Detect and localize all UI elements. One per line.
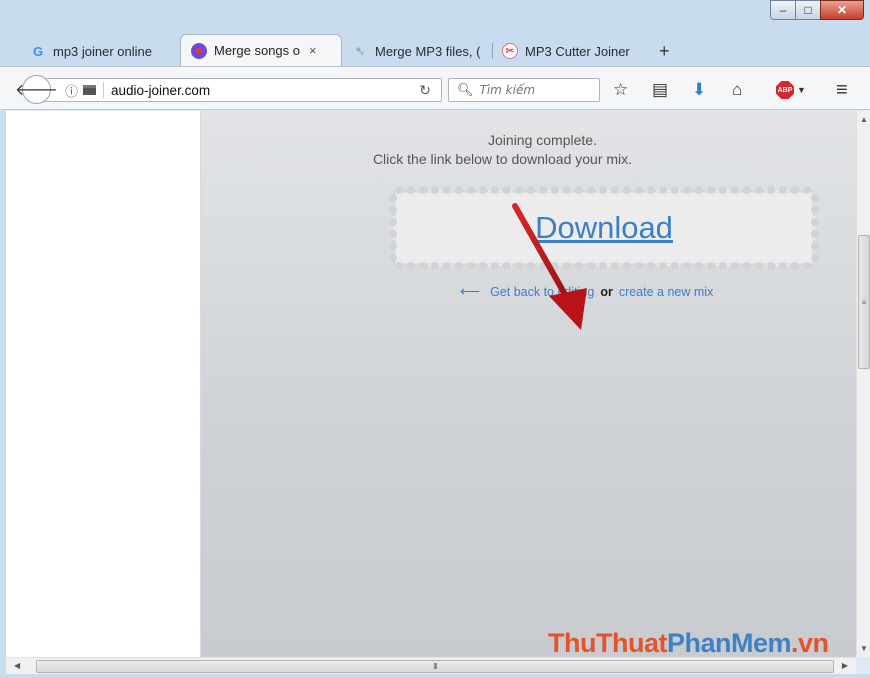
watermark-logo: ThuThuatPhanMem.vn [548,628,829,659]
message-line1: Joining complete. [488,132,597,148]
window-controls: – □ ✕ [770,0,864,20]
horizontal-scrollbar[interactable]: ◀ III ▶ [6,657,856,674]
tab-mp3-joiner-online[interactable]: G mp3 joiner online [20,36,180,66]
window-titlebar: – □ ✕ G mp3 joiner online Merge songs o … [0,0,870,72]
scroll-up-icon[interactable]: ▲ [860,115,868,124]
new-tab-button[interactable]: + [659,36,670,66]
reading-list-icon[interactable]: ▤ [652,78,668,102]
abp-badge: ABP [776,81,794,99]
audio-joiner-icon [191,42,207,59]
back-button[interactable]: 🡐 [15,75,58,104]
info-icon[interactable]: ⓘ [65,81,78,100]
horizontal-scroll-thumb[interactable]: III [36,660,834,673]
watermark-part: .vn [791,628,829,658]
tab-mp3-cutter-joiner[interactable]: ✂ MP3 Cutter Joiner [492,36,647,66]
mp3cutter-icon: ✂ [502,43,518,59]
chevron-down-icon: ▼ [797,85,806,95]
home-icon[interactable]: ⌂ [732,78,742,102]
google-icon: G [32,43,44,59]
downloads-icon[interactable]: ⬇ [692,78,706,102]
ticket-edge [389,192,397,264]
search-input[interactable] [479,83,600,97]
address-bar[interactable]: ⓘ audio-joiner.com ↻ [38,78,442,102]
vertical-scrollbar[interactable]: ▲ ≡ ▼ [856,111,870,657]
hamburger-menu-icon[interactable]: ≡ [836,78,848,102]
vertical-scroll-thumb[interactable]: ≡ [858,235,870,369]
tab-label: Merge songs o [214,43,300,58]
minimize-button[interactable]: – [770,0,796,20]
reader-view-icon[interactable] [83,85,97,95]
window-frame-bottom [0,674,870,678]
left-arrow-icon: ⟵ [460,283,481,299]
scroll-right-icon[interactable]: ▶ [842,661,848,670]
search-icon: 🔍︎ [457,82,474,97]
message-line2: Click the link below to download your mi… [372,151,633,167]
tab-label: mp3 joiner online [53,43,153,59]
ticket-edge [811,192,819,264]
tab-merge-mp3-files[interactable]: ➷ Merge MP3 files, ( [342,36,492,66]
joining-message: Joining complete. Click the link below t… [195,131,810,169]
reload-icon[interactable]: ↻ [419,82,431,99]
maximize-button[interactable]: □ [795,0,821,20]
search-box[interactable]: 🔍︎ [448,78,600,102]
tab-label: Merge MP3 files, ( [375,43,481,59]
watermark-part: ThuThuat [548,628,667,658]
close-window-button[interactable]: ✕ [820,0,864,20]
navigation-toolbar: 🡐 ⓘ audio-joiner.com ↻ 🔍︎ ☆ ▤ ⬇ ⌂ ABP▼ ≡ [0,66,870,110]
create-new-mix-link[interactable]: create a new mix [619,285,713,299]
scroll-left-icon[interactable]: ◀ [14,661,20,670]
back-arrow-icon: 🡐 [15,82,58,99]
tab-merge-songs[interactable]: Merge songs o × [180,34,342,66]
close-tab-icon[interactable]: × [309,43,317,58]
left-blank-panel [6,111,201,657]
divider [103,82,105,98]
url-text[interactable]: audio-joiner.com [111,83,210,98]
tab-strip: G mp3 joiner online Merge songs o × ➷ Me… [20,34,670,66]
tab-label: MP3 Cutter Joiner [525,43,630,59]
adblock-plus-icon[interactable]: ABP ▼ [776,78,806,102]
annotation-arrow-icon [512,203,587,330]
arrow-site-icon: ➷ [354,44,366,58]
bookmark-star-icon[interactable]: ☆ [613,78,628,102]
scroll-down-icon[interactable]: ▼ [860,644,868,653]
watermark-part: PhanMem [666,628,792,658]
